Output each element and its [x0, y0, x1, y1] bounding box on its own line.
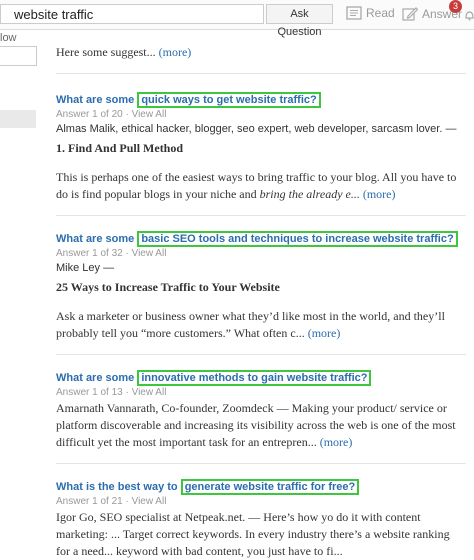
highlighted-phrase[interactable]: generate website traffic for free?	[180, 479, 360, 495]
search-input[interactable]	[0, 4, 264, 24]
answer-meta[interactable]: Answer 1 of 13 · View All	[56, 386, 466, 399]
top-bar: Ask Question Read Answer 3	[0, 0, 474, 38]
question-title[interactable]: What are some quick ways to get website …	[56, 92, 466, 108]
more-link[interactable]: (more)	[320, 435, 353, 449]
answer-snippet: Igor Go, SEO specialist at Netpeak.net. …	[56, 509, 466, 560]
answer-text: Ask a marketer or business owner what th…	[56, 309, 445, 340]
intro-snippet: Here some suggest... (more)	[56, 44, 466, 61]
nav-read-label: Read	[366, 6, 395, 20]
left-sidebar: low	[0, 30, 37, 478]
answer-text-italic: bring the already e...	[259, 187, 360, 201]
question-title[interactable]: What are some innovative methods to gain…	[56, 370, 466, 386]
answer-snippet: Amarnath Vannarath, Co-founder, Zoomdeck…	[56, 400, 466, 451]
question-item: What is the best way to generate website…	[56, 479, 466, 560]
answer-snippet: Ask a marketer or business owner what th…	[56, 308, 466, 342]
pencil-icon	[402, 6, 418, 22]
highlighted-phrase[interactable]: quick ways to get website traffic?	[137, 92, 321, 108]
answer-headline: 25 Ways to Increase Traffic to Your Webs…	[56, 280, 280, 294]
divider	[56, 354, 466, 355]
answer-author[interactable]: Mike Ley —	[56, 261, 466, 276]
more-link[interactable]: (more)	[159, 45, 192, 59]
answer-author[interactable]: Almas Malik, ethical hacker, blogger, se…	[56, 122, 466, 137]
answer-snippet: This is perhaps one of the easiest ways …	[56, 169, 466, 203]
answer-meta[interactable]: Answer 1 of 32 · View All	[56, 247, 466, 260]
question-prefix[interactable]: What are some	[56, 233, 137, 245]
answer-headline: 1. Find And Pull Method	[56, 141, 184, 155]
divider	[56, 73, 466, 74]
sidebar-block	[0, 110, 36, 128]
more-link[interactable]: (more)	[308, 326, 341, 340]
read-icon	[346, 6, 362, 20]
more-link[interactable]: (more)	[363, 187, 396, 201]
question-item: What are some basic SEO tools and techni…	[56, 231, 466, 342]
ask-question-button[interactable]: Ask Question	[266, 4, 333, 38]
question-prefix[interactable]: What is the best way to	[56, 481, 181, 493]
highlighted-phrase[interactable]: basic SEO tools and techniques to increa…	[137, 231, 458, 247]
question-prefix[interactable]: What are some	[56, 372, 137, 384]
intro-text: Here some suggest...	[56, 45, 159, 59]
question-item: What are some innovative methods to gain…	[56, 370, 466, 451]
divider	[56, 463, 466, 464]
sidebar-field[interactable]	[0, 46, 37, 66]
answer-text: Igor Go, SEO specialist at Netpeak.net. …	[56, 510, 450, 558]
question-title[interactable]: What is the best way to generate website…	[56, 479, 466, 495]
question-item: What are some quick ways to get website …	[56, 92, 466, 203]
bell-icon[interactable]	[465, 8, 474, 26]
question-prefix[interactable]: What are some	[56, 94, 137, 106]
question-title[interactable]: What are some basic SEO tools and techni…	[56, 231, 466, 247]
highlighted-phrase[interactable]: innovative methods to gain website traff…	[137, 370, 372, 386]
follow-label[interactable]: low	[0, 32, 17, 44]
nav-read[interactable]: Read	[346, 6, 395, 20]
notification-badge: 3	[449, 0, 462, 13]
answer-text: This is perhaps one of the easiest ways …	[56, 170, 457, 201]
answer-text: Amarnath Vannarath, Co-founder, Zoomdeck…	[56, 401, 456, 449]
answer-meta[interactable]: Answer 1 of 20 · View All	[56, 108, 466, 121]
feed: Here some suggest... (more) What are som…	[56, 30, 466, 560]
answer-meta[interactable]: Answer 1 of 21 · View All	[56, 495, 466, 508]
divider	[56, 215, 466, 216]
